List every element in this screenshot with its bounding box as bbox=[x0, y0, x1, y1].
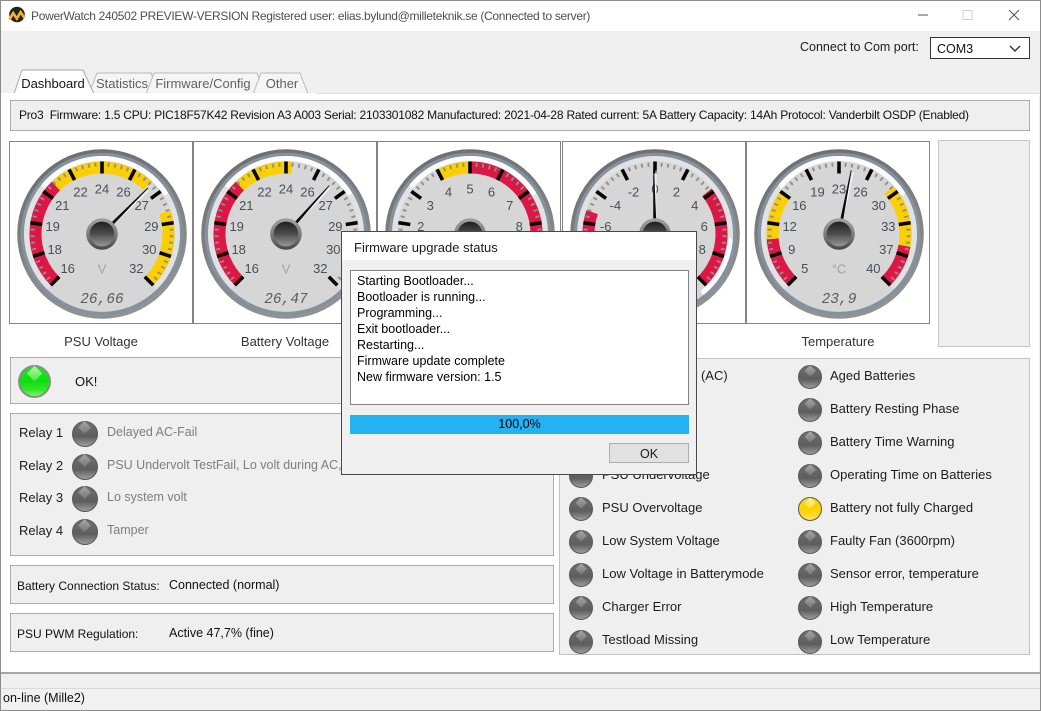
svg-text:6: 6 bbox=[488, 185, 495, 200]
svg-text:37: 37 bbox=[879, 242, 893, 257]
svg-text:24: 24 bbox=[95, 182, 109, 197]
svg-text:32: 32 bbox=[313, 261, 327, 276]
svg-text:V: V bbox=[98, 263, 107, 277]
svg-text:26,47: 26,47 bbox=[264, 292, 308, 308]
svg-text:5: 5 bbox=[466, 182, 473, 197]
svg-text:9: 9 bbox=[788, 242, 795, 257]
svg-text:8: 8 bbox=[699, 242, 706, 257]
svg-text:16: 16 bbox=[60, 261, 74, 276]
svg-text:29: 29 bbox=[144, 219, 158, 234]
svg-text:18: 18 bbox=[231, 242, 245, 257]
svg-text:26: 26 bbox=[853, 185, 867, 200]
svg-text:26,66: 26,66 bbox=[80, 292, 124, 308]
svg-text:Dashboard: Dashboard bbox=[21, 76, 85, 91]
svg-text:Firmware/Config: Firmware/Config bbox=[155, 76, 250, 91]
svg-text:4: 4 bbox=[445, 185, 452, 200]
svg-text:19: 19 bbox=[229, 219, 243, 234]
svg-text:32: 32 bbox=[129, 261, 143, 276]
svg-text:4: 4 bbox=[691, 198, 698, 213]
svg-text:33: 33 bbox=[881, 219, 895, 234]
svg-text:V: V bbox=[282, 263, 291, 277]
svg-text:26: 26 bbox=[300, 185, 314, 200]
svg-text:5: 5 bbox=[801, 261, 808, 276]
svg-text:40: 40 bbox=[866, 261, 880, 276]
svg-text:7: 7 bbox=[506, 198, 513, 213]
svg-text:Statistics: Statistics bbox=[96, 76, 149, 91]
svg-text:19: 19 bbox=[810, 185, 824, 200]
svg-text:18: 18 bbox=[47, 242, 61, 257]
svg-text:23,9: 23,9 bbox=[822, 292, 857, 308]
svg-text:23: 23 bbox=[832, 182, 846, 197]
svg-text:19: 19 bbox=[45, 219, 59, 234]
svg-text:2: 2 bbox=[673, 185, 680, 200]
svg-text:6: 6 bbox=[701, 219, 708, 234]
svg-text:21: 21 bbox=[239, 198, 253, 213]
svg-text:24: 24 bbox=[279, 182, 293, 197]
svg-text:22: 22 bbox=[73, 185, 87, 200]
svg-text:°C: °C bbox=[832, 263, 846, 277]
svg-text:22: 22 bbox=[257, 185, 271, 200]
svg-text:30: 30 bbox=[871, 198, 885, 213]
svg-text:30: 30 bbox=[142, 242, 156, 257]
svg-text:-2: -2 bbox=[628, 185, 640, 200]
svg-text:21: 21 bbox=[55, 198, 69, 213]
svg-text:26: 26 bbox=[116, 185, 130, 200]
svg-text:16: 16 bbox=[244, 261, 258, 276]
svg-text:16: 16 bbox=[792, 198, 806, 213]
svg-text:3: 3 bbox=[427, 198, 434, 213]
svg-text:27: 27 bbox=[318, 198, 332, 213]
svg-text:12: 12 bbox=[782, 219, 796, 234]
svg-text:-4: -4 bbox=[610, 198, 622, 213]
svg-text:30: 30 bbox=[326, 242, 340, 257]
svg-text:Other: Other bbox=[266, 76, 299, 91]
